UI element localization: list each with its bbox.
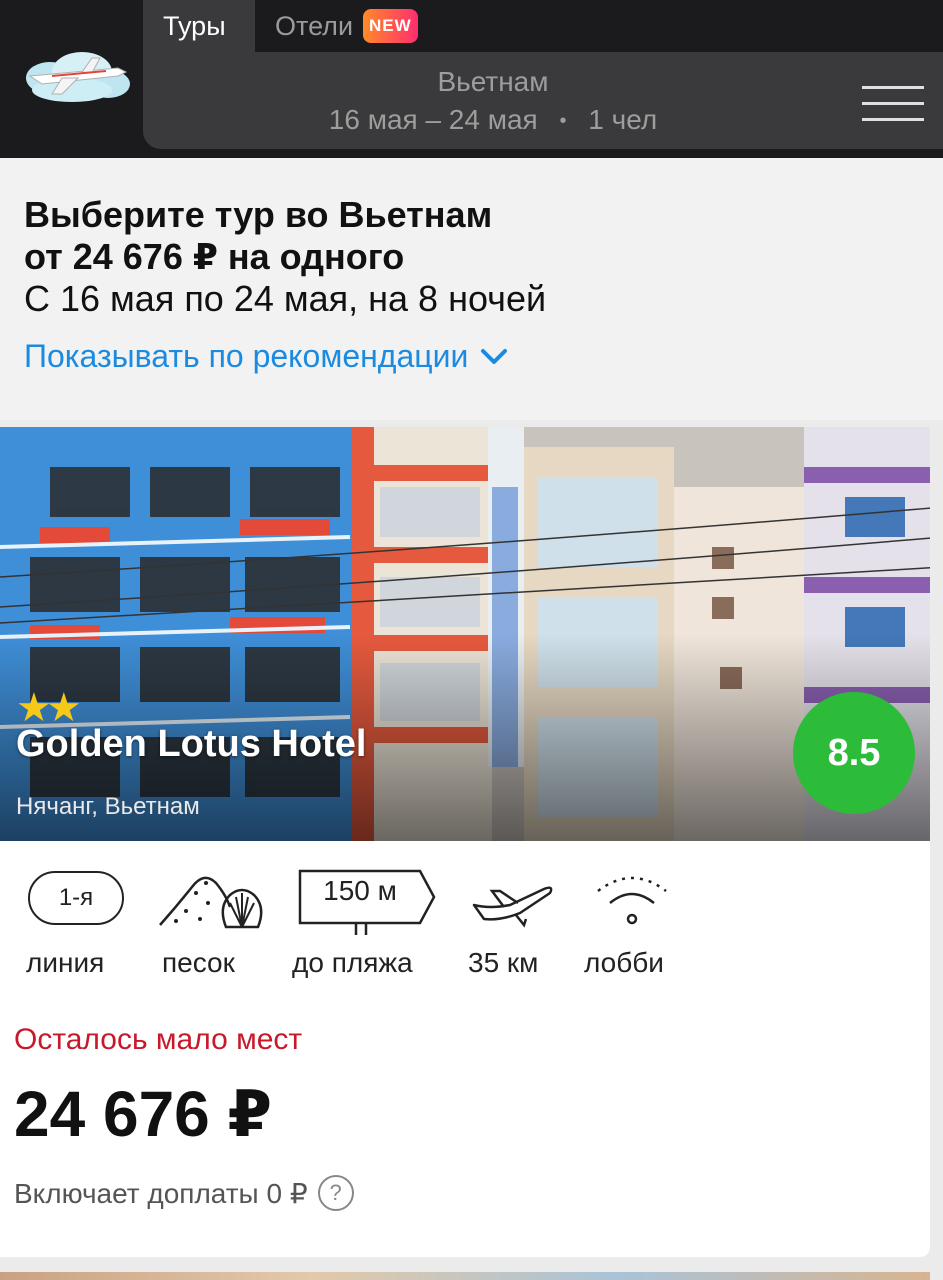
next-card-edge: [0, 1272, 930, 1280]
line-pill-icon: 1-я: [28, 871, 124, 925]
title-line-2: от 24 676 ₽ на одного: [24, 236, 405, 277]
beach-distance-value: 150 м: [323, 875, 397, 906]
tab-hotels-label: Отели: [275, 10, 354, 41]
title-line-1: Выберите тур во Вьетнам: [24, 194, 493, 235]
feature-airport-label: 35 км: [468, 947, 539, 978]
hotel-name[interactable]: Golden Lotus Hotel: [16, 723, 366, 766]
feature-beach-label: до пляжа: [292, 947, 413, 978]
app-header: Туры Отели NEW Вьетнам 16 мая – 24 мая •…: [0, 0, 943, 158]
availability-warning: Осталось мало мест: [14, 1023, 303, 1056]
search-destination: Вьетнам: [437, 66, 549, 97]
price: 24 676 ₽: [14, 1078, 273, 1150]
feature-sand-label: песок: [162, 947, 235, 978]
hotel-features: 1-я линия песок 150 м до пляжа 35 км лоб…: [0, 867, 930, 987]
dates-nights: С 16 мая по 24 мая, на 8 ночей: [24, 278, 547, 319]
new-badge: NEW: [363, 9, 418, 43]
top-tabs: Туры Отели NEW: [143, 0, 438, 52]
hotel-location: Нячанг, Вьетнам: [16, 793, 200, 820]
rating-badge: 8.5: [793, 692, 915, 814]
tab-tours[interactable]: Туры: [143, 0, 255, 52]
fees-row: Включает доплаты 0 ₽ ?: [14, 1175, 354, 1211]
feature-line-label: линия: [26, 947, 105, 978]
tab-tours-label: Туры: [163, 10, 226, 41]
sort-label: Показывать по рекомендации: [24, 338, 469, 374]
help-icon[interactable]: ?: [317, 1175, 354, 1211]
sand-shell-icon: [159, 876, 263, 929]
airplane-clouds-logo-icon[interactable]: [22, 40, 132, 110]
airplane-icon: [472, 886, 553, 928]
search-summary: Выберите тур во Вьетнам от 24 676 ₽ на о…: [0, 158, 943, 420]
search-dates-guests: 16 мая – 24 мая • 1 чел: [143, 104, 843, 136]
wifi-icon: [597, 876, 667, 925]
search-dates: 16 мая – 24 мая: [328, 104, 538, 135]
search-separator: •: [559, 110, 567, 133]
hamburger-menu-icon[interactable]: [862, 84, 926, 124]
tab-hotels[interactable]: Отели NEW: [255, 0, 438, 52]
hotel-photo[interactable]: [0, 427, 930, 841]
feature-wifi-label: лобби: [584, 947, 664, 978]
search-summary-box[interactable]: Вьетнам 16 мая – 24 мая • 1 чел: [143, 52, 943, 149]
hotel-card[interactable]: ★★ Golden Lotus Hotel Нячанг, Вьетнам 8.…: [0, 427, 930, 1257]
sort-dropdown[interactable]: Показывать по рекомендации: [24, 338, 508, 375]
page-title: Выберите тур во Вьетнам от 24 676 ₽ на о…: [24, 194, 492, 278]
search-guests: 1 чел: [588, 104, 658, 135]
fees-text: Включает доплаты 0 ₽: [14, 1177, 308, 1209]
chevron-down-icon: [481, 348, 508, 364]
